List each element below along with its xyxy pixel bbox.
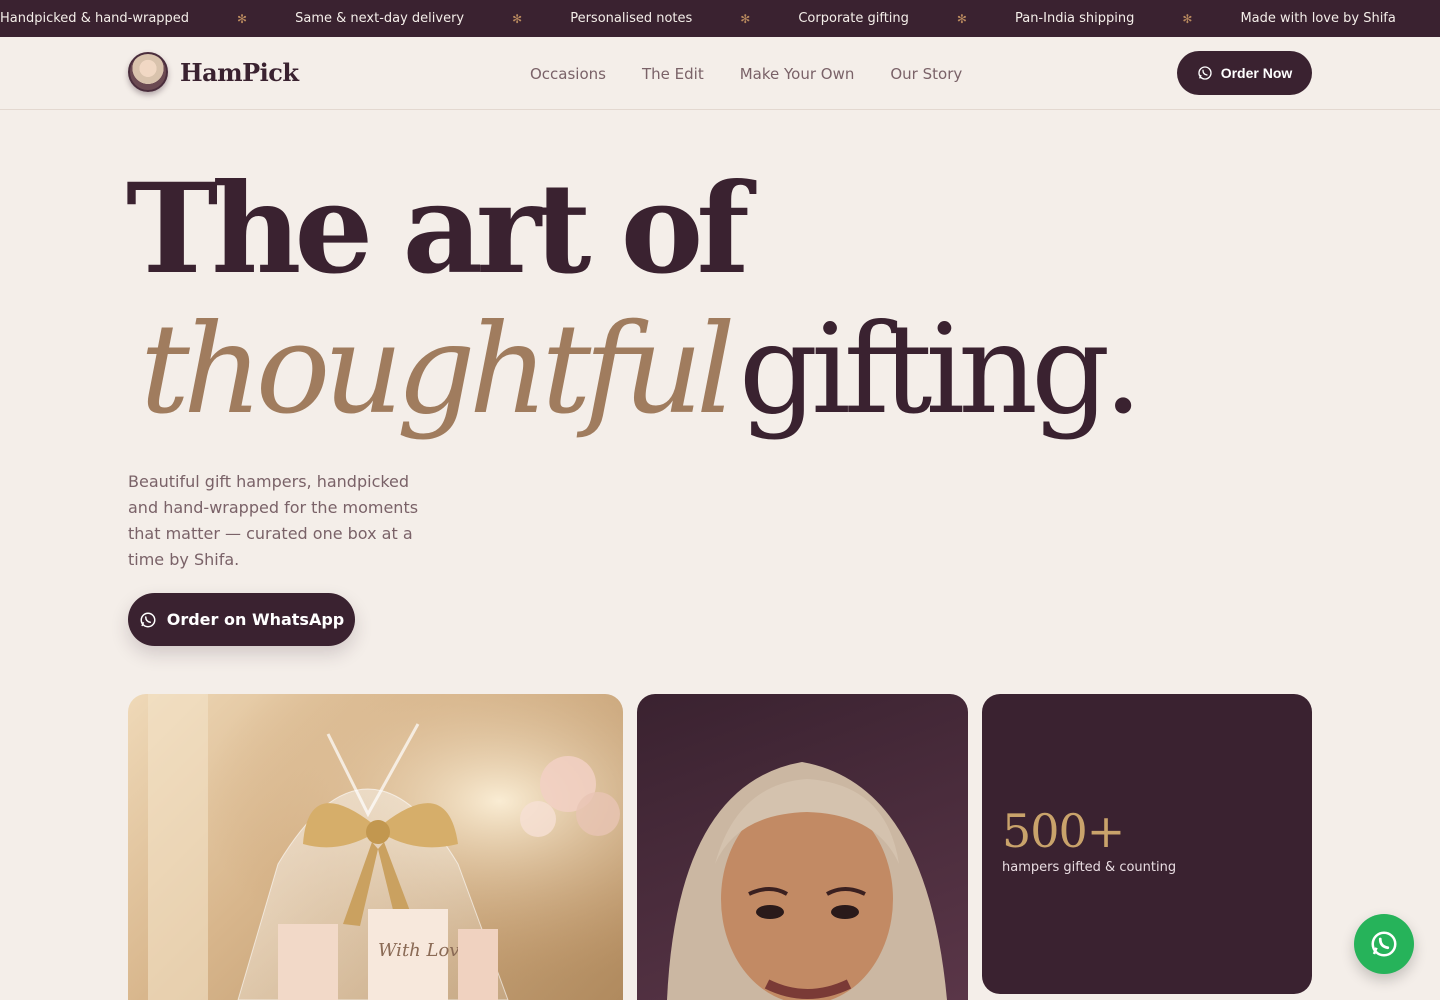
- marquee-text: Personalised notes: [570, 11, 693, 26]
- stat-value: 500+: [1002, 804, 1125, 858]
- announcement-marquee: Handpicked & hand-wrapped ✻ Same & next-…: [0, 0, 1440, 37]
- marquee-item: Same & next-day delivery ✻: [295, 0, 570, 37]
- site-header: HamPick Occasions The Edit Make Your Own…: [0, 37, 1440, 110]
- hero-description: Beautiful gift hampers, handpicked and h…: [128, 472, 419, 569]
- marquee-item: Made with love by Shifa ✻: [1240, 0, 1440, 37]
- order-whatsapp-button[interactable]: Order on WhatsApp: [128, 593, 355, 646]
- stat-label: hampers gifted & counting: [1002, 860, 1177, 875]
- marquee-item: Pan-India shipping ✻: [1015, 0, 1240, 37]
- marquee-item: Handpicked & hand-wrapped ✻: [0, 0, 295, 37]
- nav-the-edit[interactable]: The Edit: [642, 65, 704, 83]
- whatsapp-icon: [140, 612, 156, 627]
- hero-title-emphasis: thoughtful: [140, 298, 736, 442]
- whatsapp-icon: [1198, 66, 1212, 80]
- whatsapp-icon: [1371, 931, 1397, 957]
- order-now-button[interactable]: Order Now: [1177, 51, 1312, 95]
- marquee-item: Corporate gifting ✻: [798, 0, 1015, 37]
- main-nav: Occasions The Edit Make Your Own Our Sto…: [530, 37, 962, 110]
- marquee-track: Handpicked & hand-wrapped ✻ Same & next-…: [0, 0, 1440, 37]
- brand-logo[interactable]: HamPick: [128, 52, 299, 92]
- hamper-illustration: With Love: [128, 694, 623, 1000]
- hero-title-line1: The art of: [126, 157, 750, 302]
- whatsapp-floating-button[interactable]: [1354, 914, 1414, 974]
- hero-title-word: gifting.: [738, 298, 1143, 442]
- portrait-illustration: [667, 762, 947, 1000]
- cta-label: Order on WhatsApp: [166, 610, 345, 629]
- founder-portrait: [637, 694, 968, 1000]
- marquee-text: Pan-India shipping: [1014, 11, 1135, 26]
- nav-occasions[interactable]: Occasions: [530, 65, 606, 83]
- nav-make-your-own[interactable]: Make Your Own: [740, 65, 855, 83]
- stat-card: 500+ hampers gifted & counting: [982, 694, 1312, 994]
- nav-our-story[interactable]: Our Story: [890, 65, 962, 83]
- hamper-photo: With Love: [128, 694, 623, 1000]
- hamper-note-text: With Love: [378, 940, 470, 961]
- sparkle-icon: ✻: [956, 11, 967, 26]
- avatar: [128, 52, 168, 92]
- brand-name: HamPick: [180, 57, 299, 87]
- sparkle-icon: ✻: [1182, 11, 1193, 26]
- order-now-label: Order Now: [1220, 65, 1293, 81]
- sparkle-icon: ✻: [740, 11, 751, 26]
- marquee-item: Personalised notes ✻: [570, 0, 798, 37]
- sparkle-icon: ✻: [512, 11, 523, 26]
- marquee-text: Handpicked & hand-wrapped: [0, 11, 190, 26]
- marquee-text: Same & next-day delivery: [295, 11, 465, 26]
- marquee-text: Corporate gifting: [798, 11, 909, 26]
- hero-title-line2: thoughtfulgifting.: [140, 308, 1143, 432]
- marquee-text: Made with love by Shifa: [1240, 11, 1396, 26]
- sparkle-icon: ✻: [237, 11, 248, 26]
